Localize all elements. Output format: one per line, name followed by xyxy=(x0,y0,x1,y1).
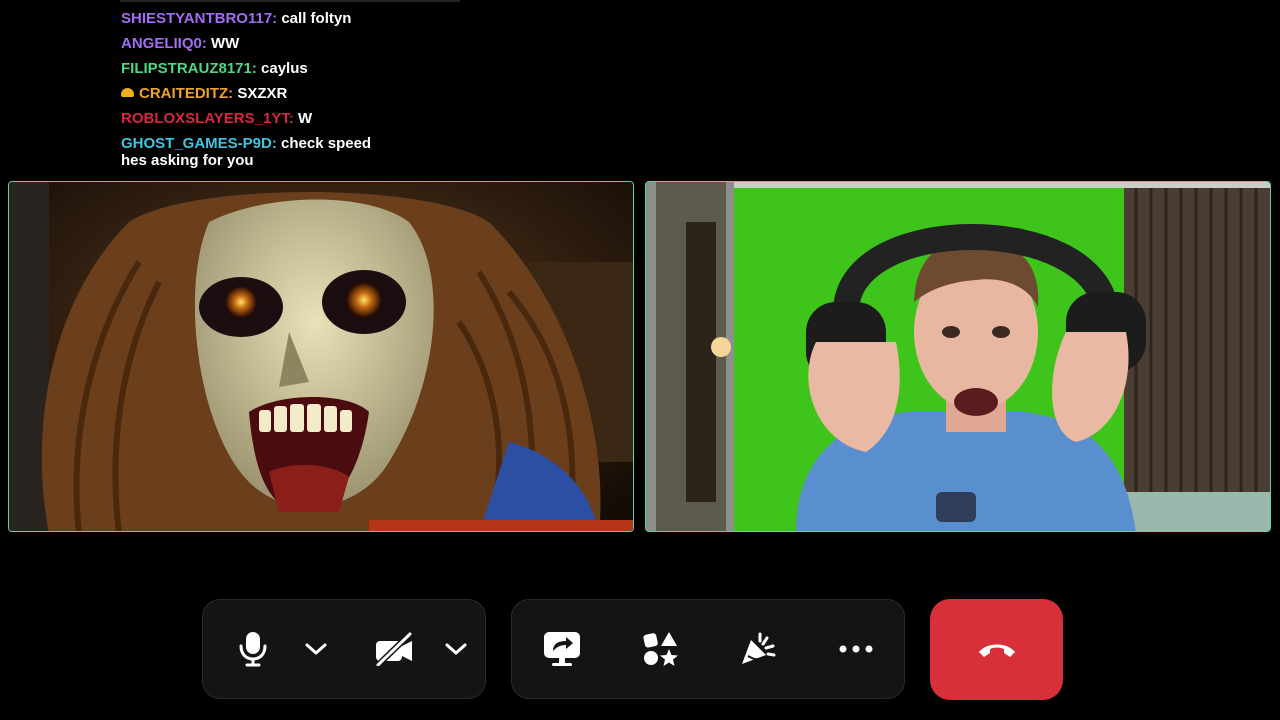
green-screen-person-video xyxy=(646,182,1270,531)
video-tile-right[interactable] xyxy=(645,181,1271,532)
screen-share-icon xyxy=(544,632,580,666)
chat-overlay: SHIESTYANTBRO117: call foltyn ANGELIIQ0:… xyxy=(121,6,541,169)
chat-username: GHOST_GAMES-P9D: xyxy=(121,135,277,152)
soundboard-button[interactable] xyxy=(734,600,782,698)
chat-message: SHIESTYANTBRO117: call foltyn xyxy=(121,6,541,31)
camera-off-icon xyxy=(375,632,413,666)
monster-face-video xyxy=(9,182,633,531)
camera-toggle-button[interactable] xyxy=(369,600,419,698)
chat-message: CRAITEDITZ: SXZXR xyxy=(121,81,541,106)
chat-text: SXZXR xyxy=(237,85,288,102)
chat-text: caylus xyxy=(261,60,308,77)
mic-options-button[interactable] xyxy=(299,600,333,698)
chat-message: GHOST_GAMES-P9D: check speed hes asking … xyxy=(121,135,541,169)
screen-share-button[interactable] xyxy=(538,600,586,698)
chat-username: SHIESTYANTBRO117: xyxy=(121,10,278,27)
soundboard-icon xyxy=(742,632,776,664)
crown-badge-icon xyxy=(121,88,134,97)
chevron-down-icon xyxy=(445,643,467,655)
video-tile-left[interactable] xyxy=(8,181,634,532)
more-options-icon xyxy=(839,645,873,653)
chat-username: CRAITEDITZ: xyxy=(139,85,234,102)
chat-text-continued: hes asking for you xyxy=(121,152,254,169)
chat-username: ANGELIIQ0: xyxy=(121,35,207,52)
chat-message: ROBLOXSLAYERS_1YT: W xyxy=(121,106,541,131)
chat-text: WW xyxy=(211,35,240,52)
end-call-button[interactable] xyxy=(930,599,1063,700)
hang-up-icon xyxy=(978,644,1015,657)
mute-button[interactable] xyxy=(231,600,275,698)
chat-message: ANGELIIQ0: WW xyxy=(121,31,541,56)
activities-icon xyxy=(643,632,678,666)
more-options-button[interactable] xyxy=(832,600,880,698)
camera-options-button[interactable] xyxy=(439,600,473,698)
chat-message: FILIPSTRAUZ8171: caylus xyxy=(121,56,541,81)
microphone-icon xyxy=(239,632,267,667)
activities-button[interactable] xyxy=(636,600,684,698)
audio-video-controls xyxy=(202,599,486,699)
chat-username: FILIPSTRAUZ8171: xyxy=(121,60,257,77)
chat-text: check speed xyxy=(281,135,372,152)
chat-text: call foltyn xyxy=(281,10,352,27)
chevron-down-icon xyxy=(305,643,327,655)
call-actions-controls xyxy=(511,599,905,699)
divider xyxy=(120,0,460,2)
chat-text: W xyxy=(298,110,313,127)
chat-username: ROBLOXSLAYERS_1YT: xyxy=(121,110,294,127)
